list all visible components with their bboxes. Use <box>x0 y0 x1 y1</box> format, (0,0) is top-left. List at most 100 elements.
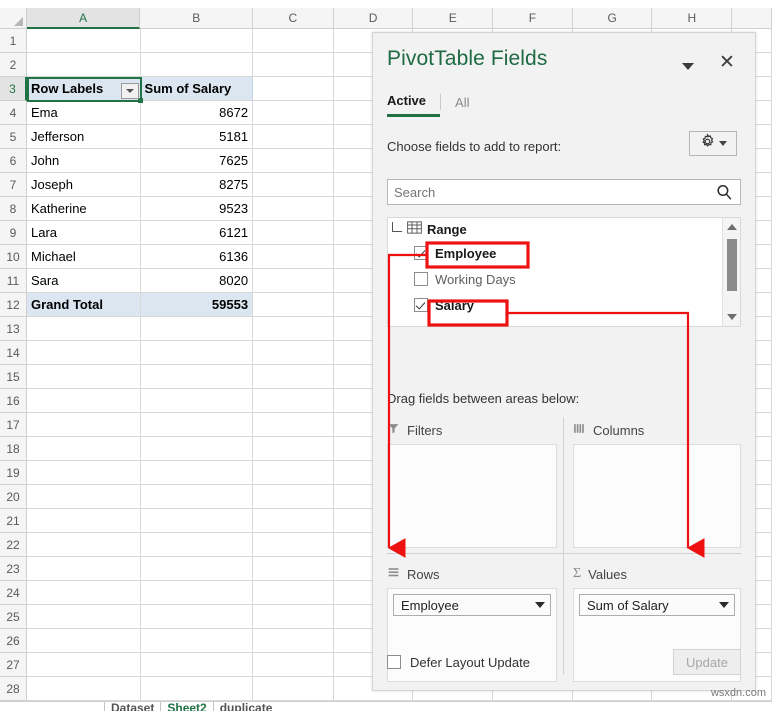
scrollbar-thumb[interactable] <box>727 239 737 291</box>
row-header-28[interactable]: 28 <box>0 677 27 701</box>
cell-B15[interactable] <box>141 365 254 389</box>
cell-C13[interactable] <box>253 317 334 341</box>
column-header-e[interactable]: E <box>413 8 493 29</box>
cell-A18[interactable] <box>27 437 141 461</box>
row-header-17[interactable]: 17 <box>0 413 27 437</box>
row-header-20[interactable]: 20 <box>0 485 27 509</box>
row-header-10[interactable]: 10 <box>0 245 27 269</box>
scroll-down-icon[interactable] <box>723 308 741 326</box>
row-header-19[interactable]: 19 <box>0 461 27 485</box>
cell-B25[interactable] <box>141 605 254 629</box>
cell-A27[interactable] <box>27 653 141 677</box>
cell-C3[interactable] <box>253 77 334 101</box>
cell-A21[interactable] <box>27 509 141 533</box>
update-button[interactable]: Update <box>673 649 741 675</box>
cell-A6[interactable]: John <box>27 149 141 173</box>
sheet-tab-sheet2[interactable]: Sheet2 <box>161 702 212 711</box>
cell-A24[interactable] <box>27 581 141 605</box>
cell-B14[interactable] <box>141 341 254 365</box>
field-checkbox[interactable] <box>414 246 428 260</box>
cell-B28[interactable] <box>141 677 254 701</box>
cell-B16[interactable] <box>141 389 254 413</box>
cell-A20[interactable] <box>27 485 141 509</box>
cell-A26[interactable] <box>27 629 141 653</box>
cell-A11[interactable]: Sara <box>27 269 141 293</box>
search-input[interactable] <box>388 185 715 200</box>
cell-B3[interactable]: Sum of Salary <box>141 77 254 101</box>
cell-B27[interactable] <box>141 653 254 677</box>
cell-A9[interactable]: Lara <box>27 221 141 245</box>
cell-A15[interactable] <box>27 365 141 389</box>
cell-C18[interactable] <box>253 437 334 461</box>
cell-B18[interactable] <box>141 437 254 461</box>
row-header-24[interactable]: 24 <box>0 581 27 605</box>
cell-C17[interactable] <box>253 413 334 437</box>
field-item-employee[interactable]: Employee <box>388 240 722 266</box>
cell-B20[interactable] <box>141 485 254 509</box>
tab-all[interactable]: All <box>455 95 481 116</box>
cell-C15[interactable] <box>253 365 334 389</box>
row-header-6[interactable]: 6 <box>0 149 27 173</box>
cell-B11[interactable]: 8020 <box>141 269 254 293</box>
search-icon[interactable] <box>715 183 740 202</box>
sheet-tab-dataset[interactable]: Dataset <box>105 702 160 711</box>
sheet-tab-duplicate[interactable]: duplicate <box>214 702 279 711</box>
row-header-12[interactable]: 12 <box>0 293 27 317</box>
field-chip-sum-of-salary[interactable]: Sum of Salary <box>579 594 735 616</box>
row-header-23[interactable]: 23 <box>0 557 27 581</box>
cell-A23[interactable] <box>27 557 141 581</box>
cell-B10[interactable]: 6136 <box>141 245 254 269</box>
column-header-g[interactable]: G <box>573 8 653 29</box>
cell-C19[interactable] <box>253 461 334 485</box>
row-header-3[interactable]: 3 <box>0 77 27 101</box>
area-columns-dropzone[interactable] <box>573 444 741 548</box>
column-header-f[interactable]: F <box>493 8 573 29</box>
cell-C28[interactable] <box>253 677 334 701</box>
cell-C14[interactable] <box>253 341 334 365</box>
cell-C21[interactable] <box>253 509 334 533</box>
cell-A25[interactable] <box>27 605 141 629</box>
cell-B1[interactable] <box>141 29 254 53</box>
cell-B13[interactable] <box>141 317 254 341</box>
column-header-b[interactable]: B <box>140 8 253 29</box>
column-header-a[interactable]: A <box>27 8 141 29</box>
cell-B2[interactable] <box>141 53 254 77</box>
defer-layout-checkbox[interactable] <box>387 655 401 669</box>
cell-C1[interactable] <box>253 29 334 53</box>
cell-A10[interactable]: Michael <box>27 245 141 269</box>
close-icon[interactable]: ✕ <box>717 53 737 73</box>
cell-C4[interactable] <box>253 101 334 125</box>
cell-C10[interactable] <box>253 245 334 269</box>
chevron-down-icon[interactable] <box>719 602 729 608</box>
cell-B23[interactable] <box>141 557 254 581</box>
chevron-down-icon[interactable] <box>535 602 545 608</box>
row-header-25[interactable]: 25 <box>0 605 27 629</box>
cell-B8[interactable]: 9523 <box>141 197 254 221</box>
cell-A13[interactable] <box>27 317 141 341</box>
area-filters-dropzone[interactable] <box>387 444 557 548</box>
cell-A19[interactable] <box>27 461 141 485</box>
row-header-7[interactable]: 7 <box>0 173 27 197</box>
row-header-1[interactable]: 1 <box>0 29 27 53</box>
row-header-9[interactable]: 9 <box>0 221 27 245</box>
cell-A16[interactable] <box>27 389 141 413</box>
field-item-salary[interactable]: Salary <box>388 292 722 318</box>
cell-C22[interactable] <box>253 533 334 557</box>
select-all-corner[interactable] <box>0 8 27 29</box>
field-checkbox[interactable] <box>414 272 428 286</box>
scroll-up-icon[interactable] <box>723 218 741 236</box>
cell-C24[interactable] <box>253 581 334 605</box>
collapse-icon[interactable] <box>392 222 402 232</box>
row-header-18[interactable]: 18 <box>0 437 27 461</box>
cell-B9[interactable]: 6121 <box>141 221 254 245</box>
row-header-15[interactable]: 15 <box>0 365 27 389</box>
cell-B6[interactable]: 7625 <box>141 149 254 173</box>
row-header-11[interactable]: 11 <box>0 269 27 293</box>
search-field[interactable] <box>387 179 741 205</box>
cell-C8[interactable] <box>253 197 334 221</box>
cell-C20[interactable] <box>253 485 334 509</box>
area-columns[interactable]: Columns <box>573 419 741 548</box>
cell-C2[interactable] <box>253 53 334 77</box>
area-filters[interactable]: Filters <box>387 419 557 548</box>
cell-B24[interactable] <box>141 581 254 605</box>
